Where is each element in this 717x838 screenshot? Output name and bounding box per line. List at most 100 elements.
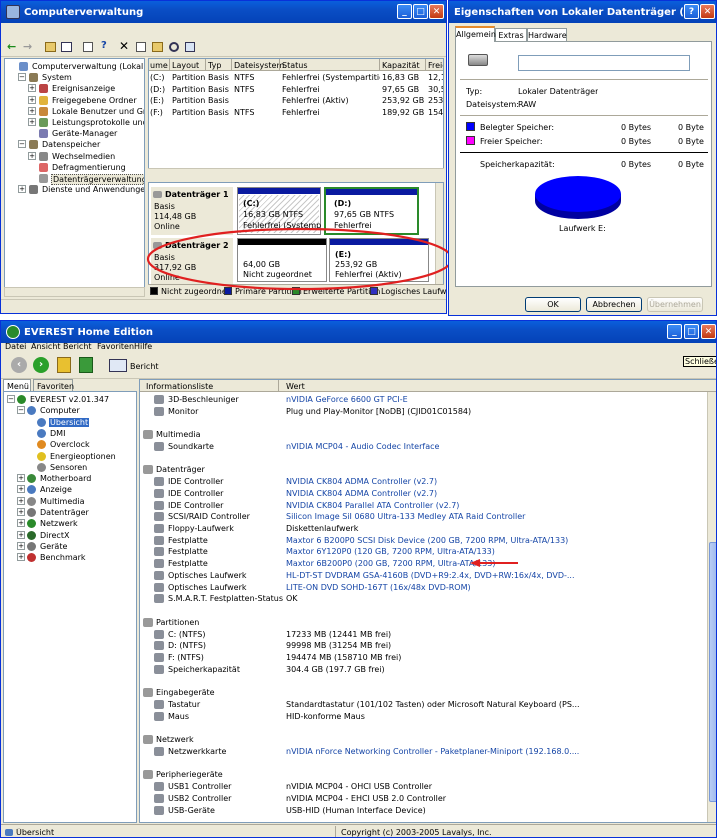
info-value[interactable]: nVIDIA nForce Networking Controller - Pa… xyxy=(286,747,579,756)
expand-toggle-icon[interactable]: + xyxy=(17,530,25,539)
properties-icon[interactable] xyxy=(83,42,93,52)
info-row[interactable]: Optisches Laufwerk LITE-ON DVD SOHD-167T … xyxy=(140,582,706,593)
folder-icon[interactable] xyxy=(152,42,163,52)
show-tree-icon[interactable] xyxy=(61,42,72,52)
tree-item[interactable]: + Wechselmedien xyxy=(5,151,144,162)
delete-icon[interactable]: ✕ xyxy=(119,39,129,53)
column-header[interactable]: Dateisystem xyxy=(234,61,284,70)
tree-item[interactable]: Sensoren xyxy=(4,462,136,473)
tree-item[interactable]: Defragmentierung xyxy=(5,162,144,173)
tree-item[interactable]: + Ereignisanzeige xyxy=(5,83,144,94)
help-icon[interactable]: ? xyxy=(101,40,107,51)
maximize-button[interactable]: □ xyxy=(413,4,428,19)
info-row[interactable]: SCSI/RAID Controller Silicon Image SiI 06… xyxy=(140,511,706,522)
column-header[interactable]: ume xyxy=(150,61,168,70)
tree-item[interactable]: Computerverwaltung (Lokal) xyxy=(5,61,144,72)
expand-toggle-icon[interactable]: + xyxy=(17,508,25,516)
up-icon[interactable] xyxy=(57,357,71,373)
info-group-header[interactable]: Eingabegeräte xyxy=(140,687,706,698)
tree-item[interactable]: + Leistungsprotokolle und Warnungen xyxy=(5,117,144,128)
col-value[interactable]: Wert xyxy=(286,382,305,391)
expand-toggle-icon[interactable]: + xyxy=(17,474,25,483)
info-value[interactable]: Maxtor 6 B200P0 SCSI Disk Device (200 GB… xyxy=(286,536,568,545)
tree-item[interactable]: + Netzwerk xyxy=(4,518,136,529)
tree-item[interactable]: Übersicht xyxy=(4,417,136,428)
tree-item[interactable]: − Computer xyxy=(4,405,136,416)
info-row[interactable]: F: (NTFS) 194474 MB (158710 MB frei) xyxy=(140,652,706,663)
ok-button[interactable]: OK xyxy=(525,297,581,312)
title-bar[interactable]: Computerverwaltung _ □ ✕ xyxy=(1,1,446,23)
info-group-header[interactable]: Multimedia xyxy=(140,429,706,440)
info-row[interactable]: USB1 Controller nVIDIA MCP04 - OHCI USB C… xyxy=(140,781,706,792)
tree-item[interactable]: DMI xyxy=(4,428,136,439)
close-button[interactable]: ✕ xyxy=(700,4,715,19)
info-row[interactable]: Monitor Plug und Play-Monitor [NoDB] (CJI… xyxy=(140,406,706,417)
drive-name-input[interactable] xyxy=(518,55,690,71)
menu-favoriten[interactable]: Favoriten xyxy=(97,342,134,351)
expand-toggle-icon[interactable]: + xyxy=(17,485,25,494)
expand-toggle-icon[interactable]: + xyxy=(28,106,36,115)
tree-item[interactable]: + Multimedia xyxy=(4,496,136,507)
maximize-button[interactable]: □ xyxy=(684,324,699,339)
help-button[interactable]: ? xyxy=(684,4,699,19)
scroll-thumb[interactable] xyxy=(709,542,716,802)
info-value[interactable]: Maxtor 6Y120P0 (120 GB, 7200 RPM, Ultra-… xyxy=(286,547,495,556)
minimize-button[interactable]: _ xyxy=(397,4,412,19)
menu-datei[interactable]: Datei xyxy=(5,342,26,351)
info-row[interactable]: USB-Geräte USB-HID (Human Interface Devic… xyxy=(140,805,706,816)
info-row[interactable]: Festplatte Maxtor 6 B200P0 SCSI Disk Devi… xyxy=(140,535,706,546)
tab-allgemein[interactable]: Allgemein xyxy=(455,26,496,42)
tree-item[interactable]: Overclock xyxy=(4,439,136,450)
tree-item[interactable]: Geräte-Manager xyxy=(5,128,144,139)
report-icon[interactable] xyxy=(109,359,127,372)
info-list-scrollbar[interactable] xyxy=(707,392,716,822)
forward-icon[interactable]: › xyxy=(33,357,49,373)
tree-item[interactable]: Energieoptionen xyxy=(4,451,136,462)
column-header[interactable]: Freie xyxy=(428,61,443,70)
info-value[interactable]: NVIDIA CK804 Parallel ATA Controller (v2… xyxy=(286,501,459,510)
tree-item[interactable]: + Freigegebene Ordner xyxy=(5,95,144,106)
volume-row[interactable]: (F:) Partition Basis NTFS Fehlerfrei 189,92 G… xyxy=(149,108,443,119)
info-value[interactable]: NVIDIA CK804 ADMA Controller (v2.7) xyxy=(286,477,437,486)
info-row[interactable]: 3D-Beschleuniger nVIDIA GeForce 6600 GT P… xyxy=(140,394,706,405)
left-tab-menü[interactable]: Menü xyxy=(3,379,31,391)
volume-list-scrollbar[interactable] xyxy=(148,168,444,178)
expand-toggle-icon[interactable]: + xyxy=(18,185,26,194)
tree-item[interactable]: Datenträgerverwaltung xyxy=(5,173,144,185)
forward-icon[interactable]: → xyxy=(23,40,32,53)
info-value[interactable]: HL-DT-ST DVDRAM GSA-4160B (DVD+R9:2.4x, … xyxy=(286,571,575,580)
expand-toggle-icon[interactable]: + xyxy=(28,84,36,93)
menu-bericht[interactable]: Bericht xyxy=(63,342,92,351)
column-header[interactable]: Kapazität xyxy=(382,61,420,70)
info-value[interactable]: nVIDIA MCP04 - Audio Codec Interface xyxy=(286,442,439,451)
info-row[interactable]: Floppy-Laufwerk Diskettenlaufwerk xyxy=(140,523,706,534)
info-row[interactable]: IDE Controller NVIDIA CK804 ADMA Controll… xyxy=(140,476,706,487)
menu-ansicht[interactable]: Ansicht xyxy=(31,342,61,351)
expand-toggle-icon[interactable]: + xyxy=(28,95,36,104)
info-row[interactable]: C: (NTFS) 17233 MB (12441 MB frei) xyxy=(140,629,706,640)
column-header[interactable]: Status xyxy=(282,61,308,70)
refresh-icon[interactable] xyxy=(79,357,93,373)
dialog-title-bar[interactable]: Eigenschaften von Lokaler Datenträger (E… xyxy=(449,1,716,23)
expand-toggle-icon[interactable]: + xyxy=(28,151,36,160)
report-button[interactable]: Bericht xyxy=(130,362,159,371)
close-button[interactable]: ✕ xyxy=(701,324,716,339)
info-row[interactable]: IDE Controller NVIDIA CK804 ADMA Controll… xyxy=(140,488,706,499)
tree-item[interactable]: + Datenträger xyxy=(4,507,136,518)
tree-item[interactable]: + Dienste und Anwendungen xyxy=(5,184,144,195)
export-icon[interactable] xyxy=(185,42,195,52)
copy-icon[interactable] xyxy=(136,42,146,52)
col-info[interactable]: Informationsliste xyxy=(146,382,213,391)
up-folder-icon[interactable] xyxy=(45,42,56,52)
cancel-button[interactable]: Abbrechen xyxy=(586,297,642,312)
info-value[interactable]: Maxtor 6B200P0 (200 GB, 7200 RPM, Ultra-… xyxy=(286,559,495,568)
minimize-button[interactable]: _ xyxy=(667,324,682,339)
tree-item[interactable]: + Motherboard xyxy=(4,473,136,484)
info-row[interactable]: IDE Controller NVIDIA CK804 Parallel ATA … xyxy=(140,500,706,511)
info-value[interactable]: NVIDIA CK804 ADMA Controller (v2.7) xyxy=(286,489,437,498)
tree-item[interactable]: − System xyxy=(5,72,144,83)
tree-item[interactable]: − EVEREST v2.01.347 xyxy=(4,394,136,405)
info-group-header[interactable]: Peripheriegeräte xyxy=(140,769,706,780)
close-button[interactable]: ✕ xyxy=(429,4,444,19)
tab-hardware[interactable]: Hardware xyxy=(527,28,567,41)
